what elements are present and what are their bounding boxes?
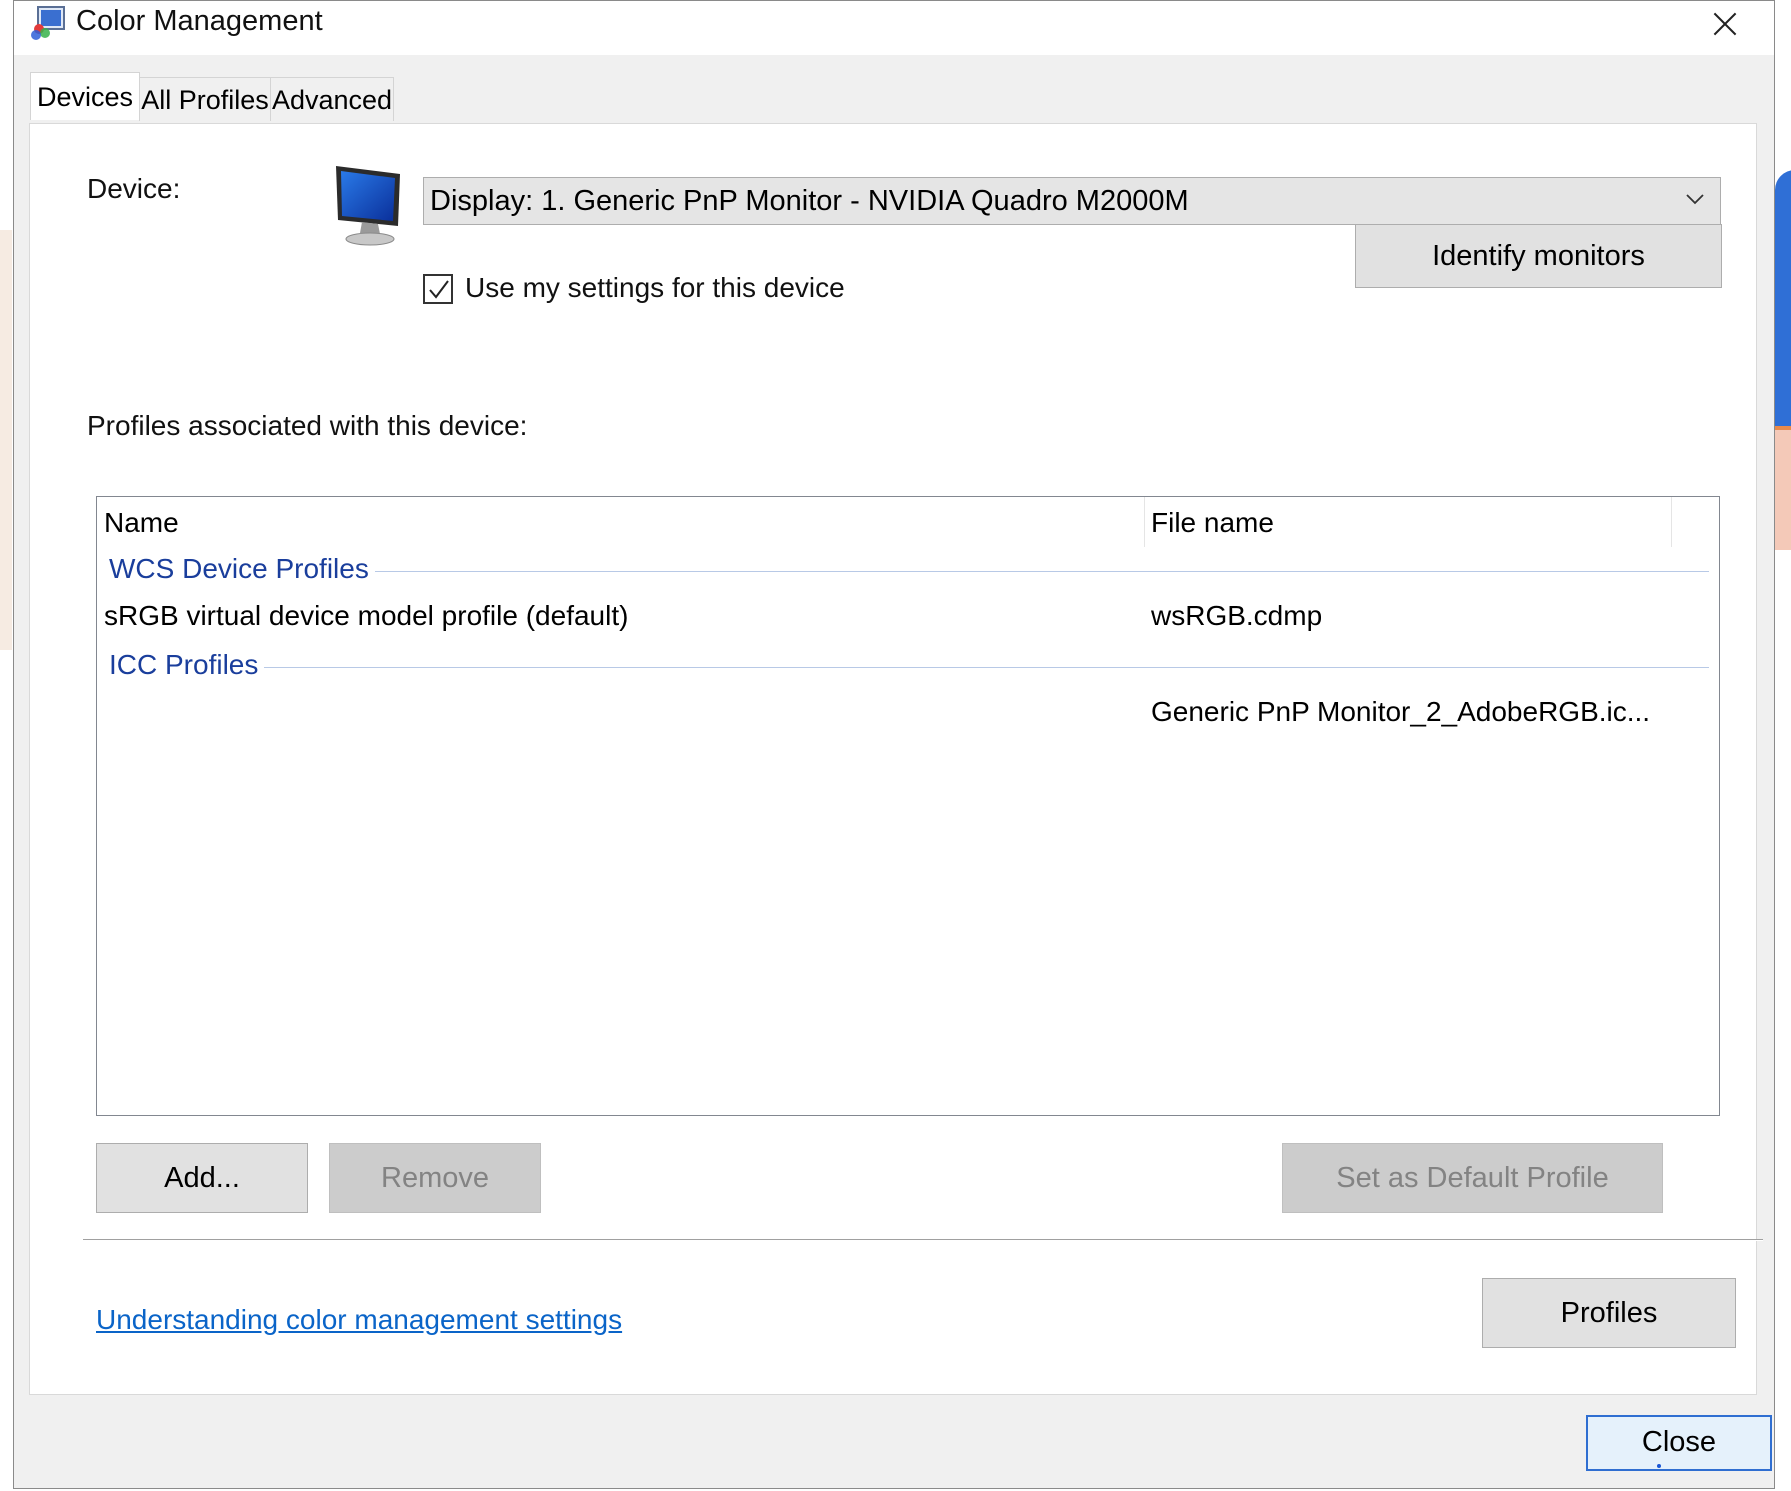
group-header-icc[interactable]: ICC Profiles (109, 649, 265, 681)
profile-row-file[interactable]: Generic PnP Monitor_2_AdobeRGB.ic... (1151, 696, 1650, 728)
group-header-wcs[interactable]: WCS Device Profiles (109, 553, 375, 585)
checkmark-icon (429, 280, 449, 299)
device-select-value: Display: 1. Generic PnP Monitor - NVIDIA… (430, 185, 1189, 217)
column-header-file-name[interactable]: File name (1151, 507, 1274, 539)
devices-panel: Device: Display: 1. Generic PnP Monitor … (29, 123, 1763, 1395)
close-icon[interactable] (1704, 3, 1748, 43)
use-settings-checkbox[interactable] (423, 274, 453, 304)
window-title: Color Management (76, 5, 323, 37)
profile-row-name[interactable]: sRGB virtual device model profile (defau… (104, 600, 628, 632)
column-header-name[interactable]: Name (104, 507, 179, 539)
tab-all-profiles[interactable]: All Profiles (139, 77, 271, 121)
column-separator[interactable] (1671, 497, 1672, 547)
add-button[interactable]: Add... (96, 1143, 308, 1213)
profile-row-file[interactable]: wsRGB.cdmp (1151, 600, 1322, 632)
separator-highlight (83, 1240, 1763, 1241)
column-separator[interactable] (1144, 497, 1145, 547)
background-window-fragment (0, 230, 12, 650)
understanding-color-management-link[interactable]: Understanding color management settings (96, 1304, 622, 1336)
title-bar: Color Management (14, 1, 1774, 55)
use-settings-label: Use my settings for this device (465, 272, 845, 303)
tab-advanced[interactable]: Advanced (270, 77, 394, 121)
tab-devices[interactable]: Devices (30, 72, 140, 120)
group-divider (109, 667, 1709, 668)
monitor-icon (336, 166, 400, 246)
color-management-dialog: Color Management Devices All Profiles Ad… (13, 0, 1775, 1489)
device-label: Device: (87, 173, 181, 204)
profiles-list[interactable]: Name File name WCS Device Profiles sRGB … (96, 496, 1720, 1116)
background-window-fragment (1775, 170, 1791, 430)
set-default-profile-button[interactable]: Set as Default Profile (1282, 1143, 1663, 1213)
profiles-button[interactable]: Profiles (1482, 1278, 1736, 1348)
profiles-label: Profiles associated with this device: (87, 410, 528, 441)
color-management-icon (31, 6, 65, 40)
chevron-down-icon (1686, 194, 1704, 205)
identify-monitors-button[interactable]: Identify monitors (1355, 224, 1722, 288)
close-button[interactable]: Close (1586, 1415, 1772, 1471)
remove-button[interactable]: Remove (329, 1143, 541, 1213)
focus-indicator (1657, 1464, 1661, 1468)
device-select[interactable]: Display: 1. Generic PnP Monitor - NVIDIA… (423, 177, 1721, 225)
